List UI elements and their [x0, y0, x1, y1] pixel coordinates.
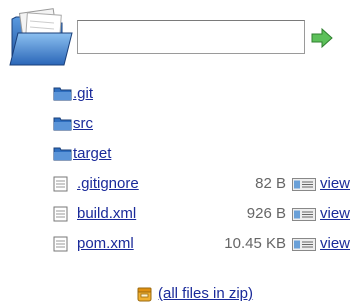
view-link[interactable]: view: [320, 173, 350, 195]
dir-row[interactable]: .git: [53, 84, 173, 104]
file-size: 10.45 KB: [224, 235, 286, 252]
path-input[interactable]: [77, 20, 305, 54]
dir-row[interactable]: target: [53, 144, 173, 164]
file-row: pom.xml 10.45 KB view: [0, 233, 363, 255]
file-icon: [53, 206, 68, 222]
folder-small-icon: [53, 117, 72, 131]
zip-archive-icon: [137, 287, 152, 302]
file-icon: [53, 176, 68, 192]
dir-row[interactable]: src: [53, 114, 173, 134]
dir-link[interactable]: .git: [73, 84, 93, 104]
folder-small-icon: [53, 87, 72, 101]
go-arrow-icon[interactable]: [310, 27, 334, 49]
view-link[interactable]: view: [320, 233, 350, 255]
file-link[interactable]: pom.xml: [77, 233, 134, 255]
file-size: 926 B: [246, 205, 286, 222]
dir-link[interactable]: src: [73, 114, 93, 134]
view-link[interactable]: view: [320, 203, 350, 225]
file-link[interactable]: .gitignore: [77, 173, 139, 195]
view-icon[interactable]: [292, 178, 316, 191]
file-row: build.xml 926 B view: [0, 203, 363, 225]
file-icon: [53, 236, 68, 252]
file-row: .gitignore 82 B view: [0, 173, 363, 195]
view-icon[interactable]: [292, 208, 316, 221]
zip-link[interactable]: (all files in zip): [158, 284, 253, 304]
folder-small-icon: [53, 147, 72, 161]
dir-link[interactable]: target: [73, 144, 111, 164]
file-link[interactable]: build.xml: [77, 203, 136, 225]
folder-icon: [9, 8, 73, 66]
file-size: 82 B: [255, 175, 286, 192]
view-icon[interactable]: [292, 238, 316, 251]
zip-download[interactable]: (all files in zip): [137, 284, 337, 304]
